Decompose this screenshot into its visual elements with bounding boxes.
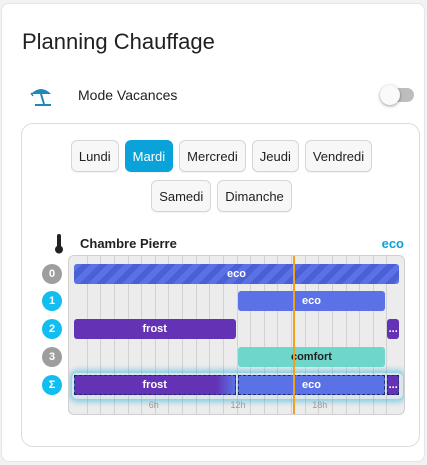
thermometer-icon: [55, 234, 63, 254]
schedule-block-frost[interactable]: frost: [74, 319, 236, 339]
priority-badge[interactable]: 3: [42, 347, 62, 367]
hour-label: 6h: [148, 400, 159, 410]
day-button-lundi[interactable]: Lundi: [70, 140, 119, 172]
current-time-indicator: [293, 256, 296, 414]
day-button-mercredi[interactable]: Mercredi: [179, 140, 246, 172]
schedule-card: Planning Chauffage Mode Vacances Lundi Ma…: [1, 3, 425, 462]
room-name: Chambre Pierre: [80, 236, 177, 251]
vacation-mode-label: Mode Vacances: [78, 87, 178, 103]
summary-badge[interactable]: Σ: [42, 375, 62, 395]
schedule-block-more[interactable]: ...: [387, 375, 399, 395]
hour-label: 18h: [312, 400, 328, 410]
schedule-timeline[interactable]: eco eco frost... comfort frost eco... 6h 12h 18h: [68, 255, 405, 415]
priority-badge[interactable]: 0: [42, 264, 62, 284]
priority-badge[interactable]: 1: [42, 291, 62, 311]
toggle-knob[interactable]: [380, 85, 400, 105]
schedule-block-more[interactable]: ...: [387, 319, 399, 339]
beach-umbrella-icon: [30, 89, 51, 106]
day-button-mardi[interactable]: Mardi: [124, 140, 174, 172]
schedule-block-comfort[interactable]: comfort: [237, 347, 386, 367]
day-button-dimanche[interactable]: Dimanche: [217, 180, 292, 212]
hour-label: 12h: [230, 400, 246, 410]
day-row-1: Lundi Mardi Mercredi Jeudi Vendredi: [22, 140, 421, 172]
card-title: Planning Chauffage: [22, 29, 215, 54]
priority-badge[interactable]: 2: [42, 319, 62, 339]
day-button-samedi[interactable]: Samedi: [151, 180, 212, 212]
vacation-mode-row: Mode Vacances: [24, 82, 420, 110]
vacation-mode-toggle[interactable]: [380, 85, 414, 105]
schedule-block-eco[interactable]: eco: [237, 375, 386, 395]
day-selector: Lundi Mardi Mercredi Jeudi Vendredi Samedi Di…: [22, 140, 421, 220]
day-button-vendredi[interactable]: Vendredi: [304, 140, 373, 172]
schedule-block-eco[interactable]: eco: [74, 264, 399, 284]
room-schedule-panel: Lundi Mardi Mercredi Jeudi Vendredi Samedi Di…: [21, 123, 420, 447]
day-button-jeudi[interactable]: Jeudi: [251, 140, 299, 172]
room-current-mode: eco: [381, 236, 404, 251]
schedule-block-frost[interactable]: frost: [74, 375, 236, 395]
room-header: Chambre Pierre eco: [54, 234, 410, 254]
schedule-block-eco[interactable]: eco: [237, 291, 386, 311]
day-row-2: Samedi Dimanche: [22, 180, 421, 212]
